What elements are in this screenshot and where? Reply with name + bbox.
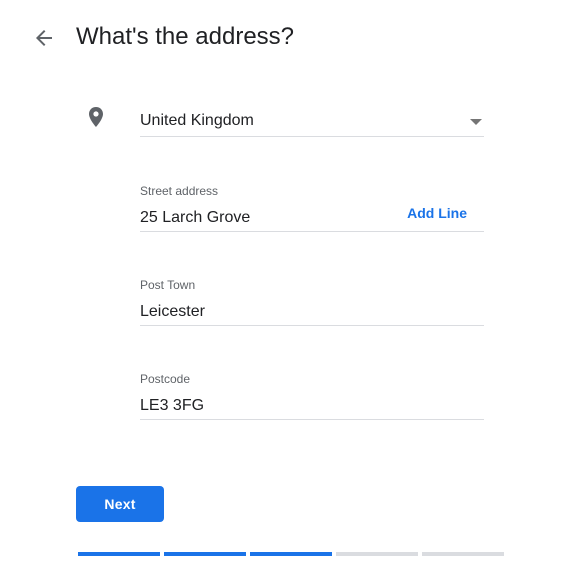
post-town-field[interactable]: Post Town Leicester [140,276,484,326]
arrow-back-icon [36,30,52,46]
country-value: United Kingdom [140,112,254,129]
street-address-field[interactable]: Street address 25 Larch Grove Add Line [140,182,484,232]
back-button[interactable] [32,26,56,50]
progress-segment [336,552,418,556]
street-address-label: Street address [140,184,219,198]
add-line-button[interactable]: Add Line [407,205,467,221]
postcode-field[interactable]: Postcode LE3 3FG [140,370,484,420]
street-address-value: 25 Larch Grove [140,209,251,226]
country-select[interactable]: United Kingdom [140,104,484,137]
postcode-label: Postcode [140,372,191,386]
next-button[interactable]: Next [76,486,164,522]
progress-segment [250,552,332,556]
page-title: What's the address? [76,23,295,50]
dropdown-arrow-icon [470,119,482,125]
post-town-value: Leicester [140,303,205,320]
progress-segment [164,552,246,556]
post-town-label: Post Town [140,278,196,292]
progress-segment [422,552,504,556]
progress-segment [78,552,160,556]
location-pin-icon [86,106,106,130]
postcode-value: LE3 3FG [140,397,205,414]
